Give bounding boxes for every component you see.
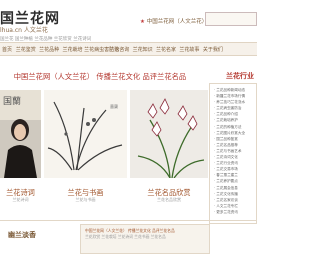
aside-news-box: · 兰花品种新闻动态 · 新疆兰花市场行情 · 养兰技巧兰花浇水 · 兰花病虫害防治 ·… (209, 83, 257, 224)
aside-news-item[interactable]: · 更多兰花资讯 (214, 209, 254, 215)
nav-item[interactable]: 兰花知识 (131, 46, 154, 53)
main-nav: 首页 兰花鉴赏 兰花品种 兰花栽培 兰花病虫害防治 兰花咨询 兰花知识 兰花名家 兰花故事 关于我… (0, 42, 257, 56)
aside-title: 兰花行业 (226, 72, 254, 80)
nav-item[interactable]: 兰花咨询 (108, 46, 131, 53)
orchid-painting[interactable]: 墨蘭 (44, 90, 127, 178)
nav-item[interactable]: 兰花鉴赏 (14, 46, 37, 53)
nav-item[interactable]: 首页 (0, 46, 14, 53)
card-sub-painting: 兰花与书画 (75, 197, 96, 202)
section-title: 幽兰淡香 (8, 231, 36, 239)
site-logo-subtitle: lhua.cn 人文兰花 (0, 27, 48, 34)
bottom-line-2[interactable]: 兰花欣赏 兰花栽培 兰花诗词 兰花书画 兰花名品 (85, 234, 209, 240)
nav-item[interactable]: 兰花故事 (178, 46, 201, 53)
svg-text:墨蘭: 墨蘭 (110, 103, 118, 109)
bottom-panel: 中国兰花网（人文兰花） 传播兰花文化 品评兰花名品 兰花欣赏 兰花栽培 兰花诗词… (80, 224, 210, 254)
nav-item[interactable]: 兰花名家 (154, 46, 177, 53)
portrait-photo[interactable]: 国蘭 (0, 90, 41, 178)
orchid-photo[interactable] (130, 90, 208, 178)
card-sub-famous: 兰花名品欣赏 (157, 197, 181, 202)
svg-text:国蘭: 国蘭 (3, 95, 21, 107)
page-headline: 中国兰花网（人文兰花） 传播兰花文化 品评兰花名品 (13, 72, 187, 81)
search-input[interactable] (205, 12, 257, 26)
star-icon: ★ (140, 19, 145, 25)
divider (0, 220, 257, 221)
nav-item[interactable]: 兰花病虫害防治 (84, 46, 119, 53)
nav-item[interactable]: 关于我们 (201, 46, 224, 53)
nav-item[interactable]: 兰花品种 (37, 46, 60, 53)
card-sub-poetry: 兰花诗词 (12, 197, 29, 202)
nav-item[interactable]: 兰花栽培 (61, 46, 84, 53)
